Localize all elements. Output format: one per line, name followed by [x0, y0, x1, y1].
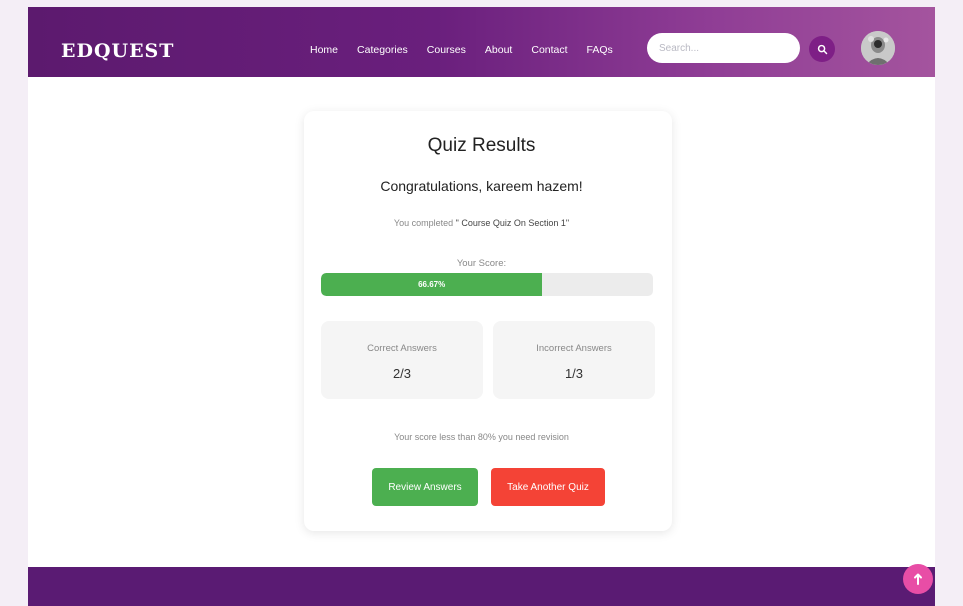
correct-answers-label: Correct Answers: [367, 343, 437, 354]
review-answers-button[interactable]: Review Answers: [372, 468, 478, 506]
score-progress-bar: 66.67%: [321, 273, 653, 296]
search-icon: [817, 44, 827, 54]
search-button[interactable]: [809, 36, 835, 62]
scroll-to-top-button[interactable]: [903, 564, 933, 594]
score-progress-fill: 66.67%: [321, 273, 543, 296]
nav-link-categories[interactable]: Categories: [357, 44, 408, 56]
avatar-image: [861, 31, 895, 65]
brand-logo[interactable]: EDQUEST: [61, 40, 174, 62]
completed-prefix: You completed: [393, 218, 454, 228]
page-title: Quiz Results: [427, 135, 536, 156]
quiz-name: " Course Quiz On Section 1": [455, 218, 570, 228]
user-avatar[interactable]: [861, 31, 895, 65]
browser-page: EDQUEST Home Categories Courses About Co…: [28, 7, 935, 606]
incorrect-answers-label: Incorrect Answers: [536, 343, 612, 354]
arrow-up-icon: [914, 573, 922, 585]
nav-link-about[interactable]: About: [485, 44, 512, 56]
score-label: Your Score:: [456, 258, 507, 269]
nav-link-courses[interactable]: Courses: [427, 44, 466, 56]
incorrect-answers-box: Incorrect Answers 1/3: [493, 321, 655, 399]
incorrect-answers-value: 1/3: [564, 366, 584, 381]
nav-link-home[interactable]: Home: [310, 44, 338, 56]
score-percent-text: 66.67%: [418, 280, 446, 289]
nav-link-faqs[interactable]: FAQs: [587, 44, 613, 56]
footer: [28, 567, 935, 606]
nav-links: Home Categories Courses About Contact FA…: [310, 44, 613, 56]
completed-quiz-text: You completed " Course Quiz On Section 1…: [28, 218, 935, 228]
nav-link-contact[interactable]: Contact: [531, 44, 567, 56]
search-input[interactable]: [647, 33, 800, 63]
correct-answers-value: 2/3: [392, 366, 412, 381]
correct-answers-box: Correct Answers 2/3: [321, 321, 483, 399]
navbar: EDQUEST Home Categories Courses About Co…: [28, 7, 935, 77]
take-another-quiz-button[interactable]: Take Another Quiz: [491, 468, 605, 506]
revision-message: Your score less than 80% you need revisi…: [394, 432, 569, 442]
congratulations-text: Congratulations, kareem hazem!: [380, 178, 583, 194]
